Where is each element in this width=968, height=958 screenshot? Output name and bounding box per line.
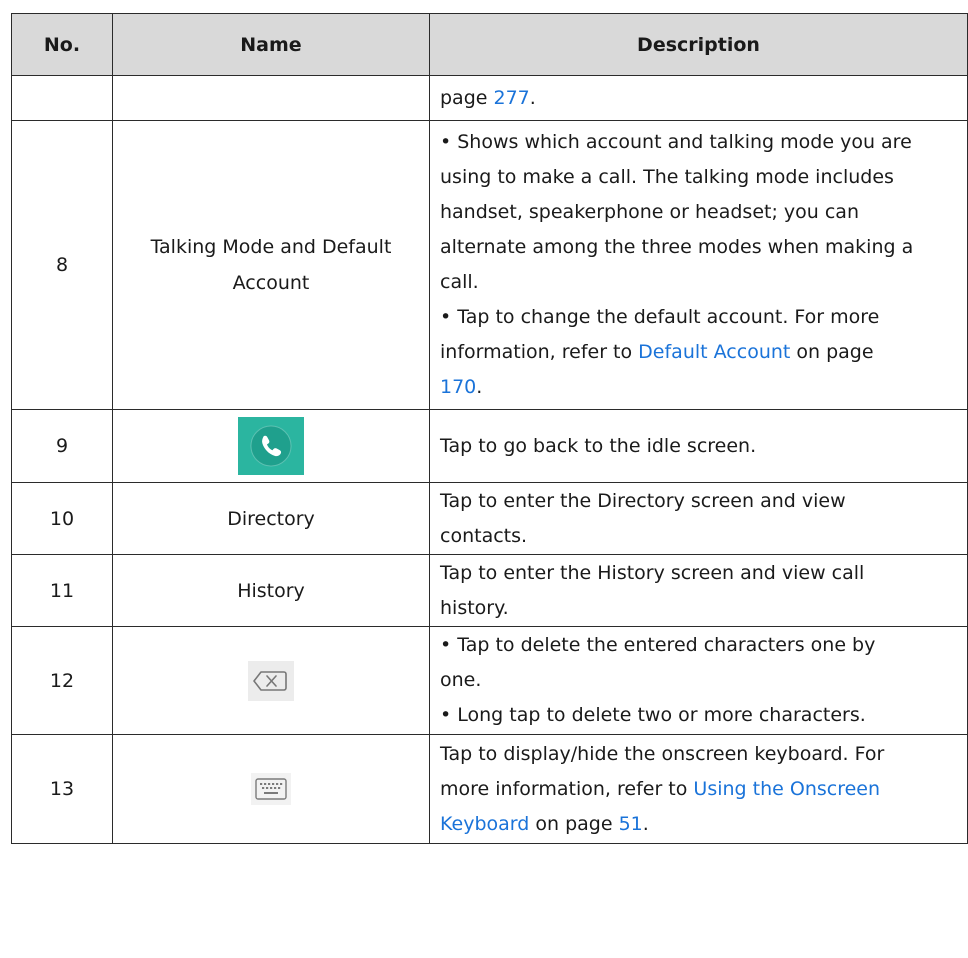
row-name: History <box>112 554 430 627</box>
desc-line: contacts. <box>440 524 528 547</box>
page-link[interactable]: 170 <box>440 376 476 398</box>
row-description: Tap to go back to the idle screen. <box>429 409 968 483</box>
desc-text: . <box>476 376 483 398</box>
row-description: page 277. <box>429 75 968 121</box>
row-name <box>112 409 430 483</box>
row-description: Tap to enter the History screen and view… <box>429 554 968 627</box>
desc-line: using to make a call. The talking mode i… <box>440 166 894 188</box>
default-account-link[interactable]: Default Account <box>638 341 790 363</box>
desc-line: information, refer to Default Account on… <box>440 335 967 370</box>
row-description: Tap to display/hide the onscreen keyboar… <box>429 734 968 844</box>
page-link[interactable]: 51 <box>619 813 643 835</box>
desc-text: on page <box>790 341 874 363</box>
header-description: Description <box>429 13 968 76</box>
row-name: Talking Mode and Default Account <box>112 120 430 410</box>
desc-line: Tap to enter the History screen and view… <box>440 561 865 584</box>
desc-line: Keyboard on page 51. <box>440 807 967 842</box>
table-row: page 277. <box>11 75 968 121</box>
desc-line: • Shows which account and talking mode y… <box>440 131 912 153</box>
row-number: 11 <box>11 554 113 627</box>
desc-line: history. <box>440 596 509 619</box>
row-number: 9 <box>11 409 113 483</box>
row-name <box>112 734 430 844</box>
description-table: No. Name Description page 277. 8 Talking… <box>11 13 968 844</box>
desc-line: alternate among the three modes when mak… <box>440 236 914 258</box>
desc-text: . <box>529 86 536 109</box>
desc-text: . <box>642 812 649 835</box>
row-name: Directory <box>112 482 430 555</box>
table-header-row: No. Name Description <box>11 13 968 76</box>
desc-text: on page <box>529 812 619 835</box>
desc-text: page <box>440 86 494 109</box>
name-line: Talking Mode and Default <box>150 236 392 258</box>
row-number <box>11 75 113 121</box>
header-name: Name <box>112 13 430 76</box>
row-number: 10 <box>11 482 113 555</box>
row-name <box>112 75 430 121</box>
row-number: 12 <box>11 626 113 735</box>
backspace-delete-icon <box>248 660 294 701</box>
phone-handset-icon <box>238 417 304 475</box>
desc-text: more information, refer to <box>440 777 694 800</box>
row-description: • Tap to delete the entered characters o… <box>429 626 968 735</box>
table-row: 12 • Tap to delete the entered character… <box>11 626 968 735</box>
table-row: 10 Directory Tap to enter the Directory … <box>11 482 968 555</box>
desc-line: Tap to enter the Directory screen and vi… <box>440 489 846 512</box>
row-name <box>112 626 430 735</box>
keyboard-icon <box>251 773 291 805</box>
desc-line: • Tap to change the default account. For… <box>440 306 880 328</box>
onscreen-keyboard-link[interactable]: Keyboard <box>440 813 529 835</box>
desc-line: more information, refer to Using the Ons… <box>440 772 967 807</box>
table-row: 9 Tap to go back to the idle screen. <box>11 409 968 483</box>
name-line: Account <box>232 272 310 294</box>
desc-line: • Long tap to delete two or more charact… <box>440 704 866 726</box>
desc-line: one. <box>440 669 482 691</box>
row-number: 13 <box>11 734 113 844</box>
table-row: 11 History Tap to enter the History scre… <box>11 554 968 627</box>
desc-line: handset, speakerphone or headset; you ca… <box>440 201 859 223</box>
row-description: • Shows which account and talking mode y… <box>429 120 968 410</box>
table-row: 8 Talking Mode and Default Account • Sho… <box>11 120 968 410</box>
onscreen-keyboard-link[interactable]: Using the Onscreen <box>693 778 880 800</box>
header-no: No. <box>11 13 113 76</box>
desc-text: information, refer to <box>440 341 639 363</box>
row-number: 8 <box>11 120 113 410</box>
desc-line: Tap to display/hide the onscreen keyboar… <box>440 742 885 765</box>
row-description: Tap to enter the Directory screen and vi… <box>429 482 968 555</box>
desc-line: • Tap to delete the entered characters o… <box>440 634 876 656</box>
desc-line: call. <box>440 271 479 293</box>
table-row: 13 Tap to display/hide the onscreen keyb… <box>11 734 968 844</box>
desc-line: 170. <box>440 370 967 405</box>
page-link[interactable]: 277 <box>494 87 530 109</box>
